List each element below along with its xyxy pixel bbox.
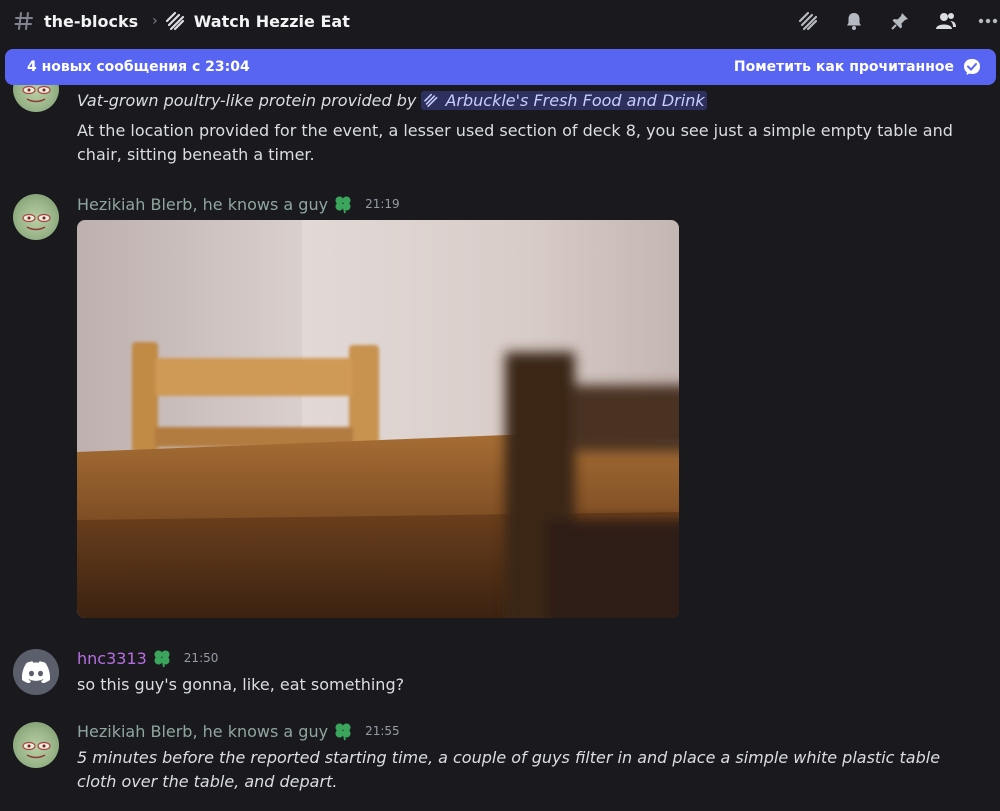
new-messages-banner[interactable]: 4 новых сообщения с 23:04 Пометить как п… [5,49,996,85]
hash-icon [12,9,36,33]
avatar[interactable] [13,649,59,695]
username[interactable]: Hezikiah Blerb, he knows a guy [77,722,328,741]
avatar[interactable] [13,722,59,768]
message-header: Hezikiah Blerb, he knows a guy 21:55 [77,721,400,741]
message-text: Vat-grown poultry-like protein provided … [77,89,977,113]
members-icon[interactable] [934,9,958,33]
mark-read-icon [962,56,984,78]
pin-icon[interactable] [888,9,912,33]
channel-mention[interactable]: Arbuckle's Fresh Food and Drink [421,91,707,110]
thread-title: Watch Hezzie Eat [193,11,350,31]
timestamp: 21:19 [365,197,400,211]
message-text: 5 minutes before the reported starting t… [77,748,941,791]
clover-icon [152,648,174,668]
channel-header: the-blocks › Watch Hezzie Eat [0,0,1000,42]
mention-label: Arbuckle's Fresh Food and Drink [445,91,705,110]
username[interactable]: Hezikiah Blerb, he knows a guy [77,195,328,214]
more-icon[interactable] [976,9,1000,33]
image-chair-table [77,220,679,618]
bell-icon[interactable] [842,9,866,33]
clover-icon [333,194,355,214]
threads-icon[interactable] [796,9,820,33]
message-text: At the location provided for the event, … [77,121,953,164]
mark-as-read-label: Пометить как прочитанное [733,59,954,75]
clover-icon [333,721,355,741]
mark-as-read-button[interactable]: Пометить как прочитанное [734,56,984,78]
new-messages-text: 4 новых сообщения с 23:04 [27,59,250,75]
message-text-prefix: Vat-grown poultry-like protein provided … [77,91,417,110]
chevron-right-icon: › [152,13,158,29]
message-text: so this guy's gonna, like, eat something… [77,675,405,694]
timestamp: 21:50 [183,651,219,665]
message-header: Hezikiah Blerb, he knows a guy 21:19 [77,194,400,214]
channel-name[interactable]: the-blocks [44,12,138,31]
message-header: hnc3313 21:50 [77,648,218,668]
avatar[interactable] [13,194,59,240]
username[interactable]: hnc3313 [77,649,147,668]
timestamp: 21:55 [365,724,400,738]
image-attachment[interactable] [77,220,679,618]
thread-icon [424,93,438,107]
thread-icon [164,10,186,32]
discord-icon [22,661,50,683]
